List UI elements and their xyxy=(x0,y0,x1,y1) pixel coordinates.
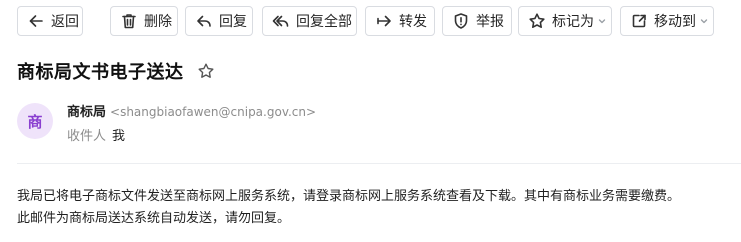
chevron-down-icon xyxy=(700,19,708,24)
trash-icon xyxy=(122,14,136,29)
star-icon xyxy=(529,13,545,28)
report-button[interactable]: 举报 xyxy=(442,6,512,36)
subject-row: 商标局文书电子送达 xyxy=(17,58,216,84)
move-to-dropdown-label: 移动到 xyxy=(654,14,696,30)
forward-icon xyxy=(377,15,391,27)
back-button[interactable]: 返回 xyxy=(17,6,83,36)
mark-as-dropdown[interactable]: 标记为 xyxy=(518,6,612,36)
report-button-label: 举报 xyxy=(476,14,504,30)
reply-all-button[interactable]: 回复全部 xyxy=(262,6,357,36)
reply-icon xyxy=(197,15,211,27)
delete-button-label: 删除 xyxy=(144,14,172,30)
email-body: 我局已将电子商标文件发送至商标网上服务系统，请登录商标网上服务系统查看及下载。其… xyxy=(17,186,741,230)
email-body-line: 此邮件为商标局送达系统自动发送，请勿回复。 xyxy=(17,211,291,226)
mail-toolbar: 返回 删除 回复 回复全部 转发 举报 标记为 移动到 xyxy=(17,6,741,36)
star-toggle-button[interactable] xyxy=(196,61,216,81)
back-button-label: 返回 xyxy=(51,14,79,30)
forward-button-label: 转发 xyxy=(399,14,427,30)
header-divider xyxy=(17,163,741,164)
shield-alert-icon xyxy=(454,13,468,29)
recipient-label: 收件人 xyxy=(67,129,107,144)
recipient-line: 收件人 我 xyxy=(67,125,125,144)
reply-button[interactable]: 回复 xyxy=(185,6,253,36)
avatar[interactable]: 商 xyxy=(17,103,53,139)
reply-all-icon xyxy=(272,15,289,27)
delete-button[interactable]: 删除 xyxy=(110,6,178,36)
email-body-line: 我局已将电子商标文件发送至商标网上服务系统，请登录商标网上服务系统查看及下载。其… xyxy=(17,189,681,204)
move-to-dropdown[interactable]: 移动到 xyxy=(620,6,714,36)
sender-block: 商 商标局 <shangbiaofawen@cnipa.gov.cn> 收件人 … xyxy=(17,101,717,145)
reply-all-button-label: 回复全部 xyxy=(296,14,352,30)
chevron-down-icon xyxy=(598,19,606,24)
recipient-value[interactable]: 我 xyxy=(112,125,125,144)
sender-name[interactable]: 商标局 xyxy=(67,101,106,120)
reply-button-label: 回复 xyxy=(219,14,247,30)
mark-as-dropdown-label: 标记为 xyxy=(552,14,594,30)
move-folder-icon xyxy=(632,14,646,28)
arrow-left-icon xyxy=(29,15,43,27)
sender-line: 商标局 <shangbiaofawen@cnipa.gov.cn> xyxy=(67,101,316,120)
forward-button[interactable]: 转发 xyxy=(365,6,435,36)
sender-email[interactable]: <shangbiaofawen@cnipa.gov.cn> xyxy=(110,105,316,119)
star-icon xyxy=(198,63,213,78)
email-subject: 商标局文书电子送达 xyxy=(17,62,184,83)
